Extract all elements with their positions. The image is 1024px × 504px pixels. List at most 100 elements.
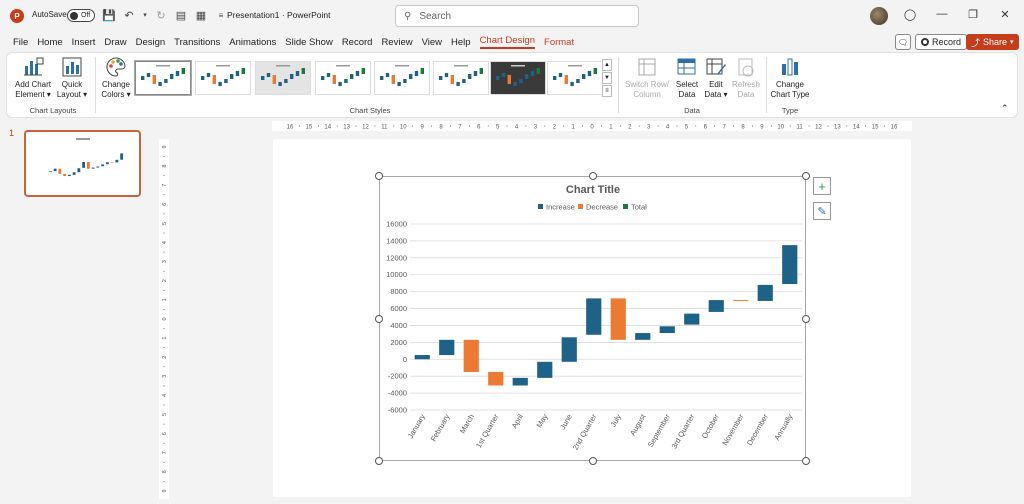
add-chart-element-button[interactable]: Add Chart Element ▾ [13, 56, 53, 100]
waterfall-bar-january[interactable] [414, 355, 430, 360]
thumbnail-bar [77, 168, 81, 173]
ruler-tick-label: 0 [590, 125, 594, 131]
x-tick-label: July [609, 412, 624, 428]
style-preview-bar [468, 74, 472, 79]
select-data-button[interactable]: Select Data [673, 56, 701, 100]
chart-legend[interactable]: Increase Decrease Total [538, 203, 647, 212]
resize-handle-top-left[interactable] [375, 172, 383, 180]
chart-title[interactable]: Chart Title [566, 184, 620, 196]
waterfall-bar-july[interactable] [610, 298, 626, 340]
comments-button[interactable]: 🗨 [895, 34, 911, 50]
style-preview-bar [462, 79, 466, 83]
change-chart-type-button[interactable]: Change Chart Type [769, 56, 811, 100]
chart-styles-button[interactable]: ✎ [813, 202, 831, 220]
waterfall-bar-june[interactable] [561, 337, 577, 362]
waterfall-bar-april[interactable] [512, 377, 528, 386]
waterfall-bar-3rd-quarter[interactable] [684, 313, 700, 325]
x-tick-label: March [458, 413, 476, 436]
chart-plot-area[interactable] [414, 245, 798, 386]
chart-style-6[interactable] [433, 61, 489, 95]
tab-review[interactable]: Review [381, 37, 412, 48]
tab-chart-design[interactable]: Chart Design [479, 35, 536, 49]
waterfall-bar-december[interactable] [757, 284, 773, 301]
redo-icon[interactable]: ↻ [154, 8, 168, 22]
chart-style-2[interactable] [195, 61, 251, 95]
waterfall-bar-february[interactable] [439, 339, 455, 356]
chart-object[interactable]: Chart Title Increase Decrease Total 16000 1… [379, 176, 806, 461]
thumbnail-bar [120, 153, 124, 160]
resize-handle-right[interactable] [802, 315, 810, 323]
switch-row-column-button[interactable]: Switch Row/ Column [622, 56, 672, 100]
style-preview-bar [397, 82, 401, 86]
tab-record[interactable]: Record [342, 37, 373, 48]
waterfall-bar-may[interactable] [537, 361, 553, 378]
edit-data-button[interactable]: Edit Data ▾ [702, 56, 730, 100]
tab-help[interactable]: Help [451, 37, 471, 48]
resize-handle-top-right[interactable] [802, 172, 810, 180]
waterfall-bar-2nd-quarter[interactable] [586, 298, 602, 335]
resize-handle-left[interactable] [375, 315, 383, 323]
undo-dropdown-icon[interactable]: ▾ [142, 8, 148, 22]
collapse-ribbon-icon[interactable]: ⌃ [1001, 103, 1009, 114]
chart-style-1[interactable] [134, 60, 192, 96]
tab-animations[interactable]: Animations [229, 37, 276, 48]
change-colors-button[interactable]: Change Colors ▾ [99, 56, 133, 100]
waterfall-bar-1st-quarter[interactable] [488, 371, 504, 386]
chart-elements-button[interactable]: + [813, 177, 831, 195]
chart-style-5[interactable] [374, 61, 430, 95]
waterfall-bar-annually[interactable] [782, 245, 798, 285]
waterfall-bar-march[interactable] [463, 339, 479, 372]
user-avatar[interactable] [870, 7, 888, 25]
slide-thumbnail[interactable] [24, 130, 141, 197]
resize-handle-bottom-right[interactable] [802, 457, 810, 465]
chart-style-4[interactable] [315, 61, 371, 95]
resize-handle-bottom-left[interactable] [375, 457, 383, 465]
tab-format[interactable]: Format [544, 37, 574, 48]
waterfall-bar-august[interactable] [635, 333, 651, 340]
ruler-tick-label: 13 [834, 125, 841, 131]
gallery-up-icon[interactable]: ▲ [602, 59, 612, 71]
y-tick-label: 16000 [386, 220, 407, 229]
share-button[interactable]: ⤴ Share ▾ [966, 34, 1019, 50]
tab-view[interactable]: View [422, 37, 442, 48]
customize-toolbar-icon[interactable]: ≡ [214, 8, 228, 22]
close-icon[interactable]: ✕ [998, 8, 1012, 21]
y-axis[interactable]: 16000 14000 12000 10000 8000 6000 4000 2000 0 -20… [386, 220, 407, 415]
tab-file[interactable]: File [13, 37, 28, 48]
search-input[interactable]: ⚲ Search [395, 5, 639, 27]
tab-transitions[interactable]: Transitions [174, 37, 220, 48]
resize-handle-top[interactable] [589, 172, 597, 180]
chart-style-3[interactable] [255, 61, 311, 95]
gallery-more-icon[interactable]: ≡ [602, 85, 612, 97]
style-preview-bar [206, 73, 211, 77]
gallery-down-icon[interactable]: ▼ [602, 72, 612, 84]
waterfall-bar-november[interactable] [733, 300, 749, 302]
record-button[interactable]: Record [915, 34, 968, 50]
tab-home[interactable]: Home [37, 37, 62, 48]
minimize-icon[interactable]: — [935, 8, 949, 20]
tab-draw[interactable]: Draw [104, 37, 126, 48]
refresh-data-button[interactable]: Refresh Data [731, 56, 761, 100]
ruler-tick-label: 2 [162, 279, 168, 282]
autosave-toggle[interactable]: Off [67, 9, 95, 22]
present-from-beginning-icon[interactable]: ▤ [174, 8, 188, 22]
ruler-tick-label: 7 [162, 451, 168, 454]
style-preview-bar [553, 76, 557, 80]
ruler-tick-label: 9 [420, 125, 424, 131]
legend-label: Decrease [586, 203, 618, 212]
chart-style-8[interactable] [547, 61, 603, 95]
lightbulb-icon[interactable]: ◯ [903, 8, 917, 21]
quick-layout-button[interactable]: Quick Layout ▾ [55, 56, 89, 100]
tab-insert[interactable]: Insert [72, 37, 96, 48]
undo-icon[interactable]: ↶ [122, 8, 136, 22]
save-icon[interactable]: 💾 [102, 8, 116, 22]
waterfall-bar-september[interactable] [659, 326, 675, 334]
x-axis[interactable]: January February March1st Quarter April May J… [406, 412, 795, 452]
restore-icon[interactable]: ❐ [966, 8, 980, 21]
waterfall-bar-october[interactable] [708, 300, 724, 312]
new-slide-icon[interactable]: ▦ [194, 8, 208, 22]
chart-style-7[interactable] [490, 61, 546, 95]
tab-design[interactable]: Design [136, 37, 166, 48]
tab-slide-show[interactable]: Slide Show [285, 37, 333, 48]
resize-handle-bottom[interactable] [589, 457, 597, 465]
